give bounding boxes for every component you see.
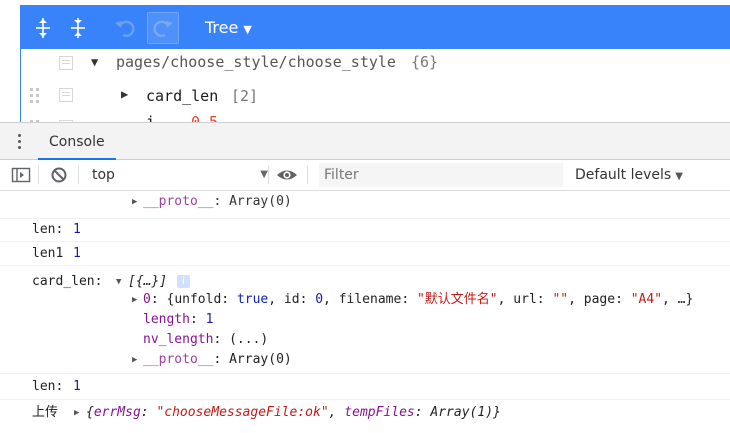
val-filename: "默认文件名" (416, 292, 498, 307)
info-icon[interactable]: i (177, 275, 190, 288)
prop-filename: filename (338, 292, 402, 307)
nv-length-line[interactable]: nv_length: (...) (143, 331, 268, 349)
console-message: 上传 ▶ {errMsg: "chooseMessageFile:ok", te… (0, 399, 730, 433)
item-index: 0 (143, 292, 151, 307)
collapsed-triangle-icon[interactable]: ▶ (121, 87, 128, 101)
console-toolbar: top▼ Default levels▼ (0, 160, 730, 191)
context-value: top (92, 167, 115, 183)
log-label: len: (32, 222, 64, 237)
more-vert-icon[interactable] (18, 134, 22, 150)
tree-value[interactable]: 0.5 (191, 113, 218, 122)
mode-dropdown[interactable]: Tree ▼ (197, 16, 260, 40)
tree-row[interactable]: ▼ pages/choose_style/choose_style {6} (21, 47, 730, 79)
expand-triangle-icon[interactable]: ▼ (91, 55, 98, 69)
val-unfold: true (236, 292, 269, 307)
dropdown-arrow-icon: ▼ (675, 171, 683, 182)
console-message: ▶ __proto__: Array(0) (0, 191, 730, 219)
filter-input[interactable] (319, 163, 563, 187)
dropdown-arrow-icon: ▼ (260, 169, 268, 180)
log-value: 1 (73, 222, 81, 237)
proto-value: : Array(0) (213, 352, 292, 367)
array-summary[interactable]: [{…}] (128, 273, 167, 291)
log-label: 上传 (32, 405, 59, 420)
editor-toolbar: Tree ▼ (21, 5, 730, 49)
toolbar-divider (38, 166, 39, 184)
object-summary[interactable]: {errMsg: "chooseMessageFile:ok", tempFil… (86, 404, 501, 422)
context-menu-icon[interactable] (59, 56, 73, 70)
live-expression-eye-icon[interactable] (276, 166, 297, 184)
length-value: 1 (205, 312, 214, 327)
prop-page: page (583, 292, 616, 307)
devtools-drawer: Console top▼ Default levels▼ ▶ __proto__… (0, 122, 730, 433)
expand-arrow-icon[interactable]: ▶ (74, 404, 79, 422)
log-value: 1 (73, 246, 81, 261)
proto-value: : Array(0) (213, 194, 292, 209)
redo-icon[interactable] (147, 12, 179, 44)
clear-console-icon[interactable] (50, 166, 70, 184)
console-message: len: 1 (0, 373, 730, 400)
levels-label: Default levels (575, 167, 672, 183)
tree-key[interactable]: i (146, 113, 155, 122)
console-message: len: 1 (0, 218, 730, 242)
console-message: card_len: ▼ [{…}] i ▶ 0: {unfold: true, … (0, 265, 730, 374)
collapse-arrow-icon[interactable]: ▼ (116, 273, 121, 291)
console-message: len1 1 (0, 241, 730, 266)
proto-line: __proto__: Array(0) (143, 351, 292, 369)
length-line: length: 1 (143, 312, 214, 327)
log-label: card_len: (32, 274, 103, 289)
nv-length-key: nv_length (143, 332, 214, 347)
toolbar-divider (78, 166, 79, 184)
val-url: "" (552, 292, 569, 307)
prop-unfold: unfold (174, 292, 222, 307)
tree-row[interactable]: ▶ card_len [2] (21, 79, 730, 111)
val-tempfiles: Array(1) (430, 405, 494, 420)
proto-key: __proto__ (143, 194, 214, 209)
val-id: 0 (315, 292, 324, 307)
expand-arrow-icon[interactable]: ▶ (132, 291, 137, 309)
expand-arrow-icon[interactable]: ▶ (132, 193, 137, 211)
context-selector[interactable]: top ▼ (84, 163, 272, 187)
drag-handle-icon[interactable] (30, 88, 40, 104)
log-levels-dropdown[interactable]: Default levels ▼ (575, 163, 683, 189)
tree-key[interactable]: card_len (146, 87, 218, 105)
toolbar-divider (307, 166, 308, 184)
brace-close: } (493, 405, 501, 420)
json-editor: Tree ▼ ▼ pages/choose_style/choose_style … (0, 0, 730, 122)
prop-id: id (283, 292, 300, 307)
proto-line: __proto__: Array(0) (143, 193, 292, 211)
caret-down-icon: ▼ (243, 23, 252, 36)
undo-icon[interactable] (110, 13, 140, 43)
tree-key[interactable]: pages/choose_style/choose_style (116, 53, 396, 71)
expand-arrow-icon[interactable]: ▶ (132, 351, 137, 369)
item-tail: , …} (662, 292, 694, 307)
brace-open: { (86, 405, 94, 420)
length-key: length (143, 312, 190, 327)
context-menu-icon[interactable] (59, 88, 73, 102)
tree-row[interactable]: i 0.5 (21, 111, 730, 122)
prop-url: url (513, 292, 537, 307)
proto-key: __proto__ (143, 352, 214, 367)
show-sidebar-icon[interactable] (11, 166, 31, 184)
array-item[interactable]: 0: {unfold: true, id: 0, filename: "默认文件… (143, 291, 693, 309)
key-errmsg: errMsg (93, 405, 141, 420)
expand-all-icon[interactable] (28, 13, 58, 43)
log-label: len1 (32, 246, 64, 261)
tree-count: {6} (411, 53, 439, 71)
drawer-tabbar: Console (0, 123, 730, 160)
tree-count: [2] (231, 87, 259, 105)
log-value: 1 (73, 379, 81, 394)
mode-label: Tree (205, 18, 239, 37)
tab-console[interactable]: Console (38, 123, 116, 160)
toolbar-divider (268, 166, 269, 184)
val-errmsg: "chooseMessageFile:ok" (156, 405, 329, 420)
info-badge-wrap: i (177, 273, 190, 291)
collapse-all-icon[interactable] (63, 13, 93, 43)
val-page: "A4" (630, 292, 663, 307)
nv-length-value: : (...) (213, 332, 269, 347)
log-label: len: (32, 379, 64, 394)
key-tempfiles: tempFiles (344, 405, 415, 420)
console-messages: ▶ __proto__: Array(0) len: 1 len1 1 card… (0, 191, 730, 433)
